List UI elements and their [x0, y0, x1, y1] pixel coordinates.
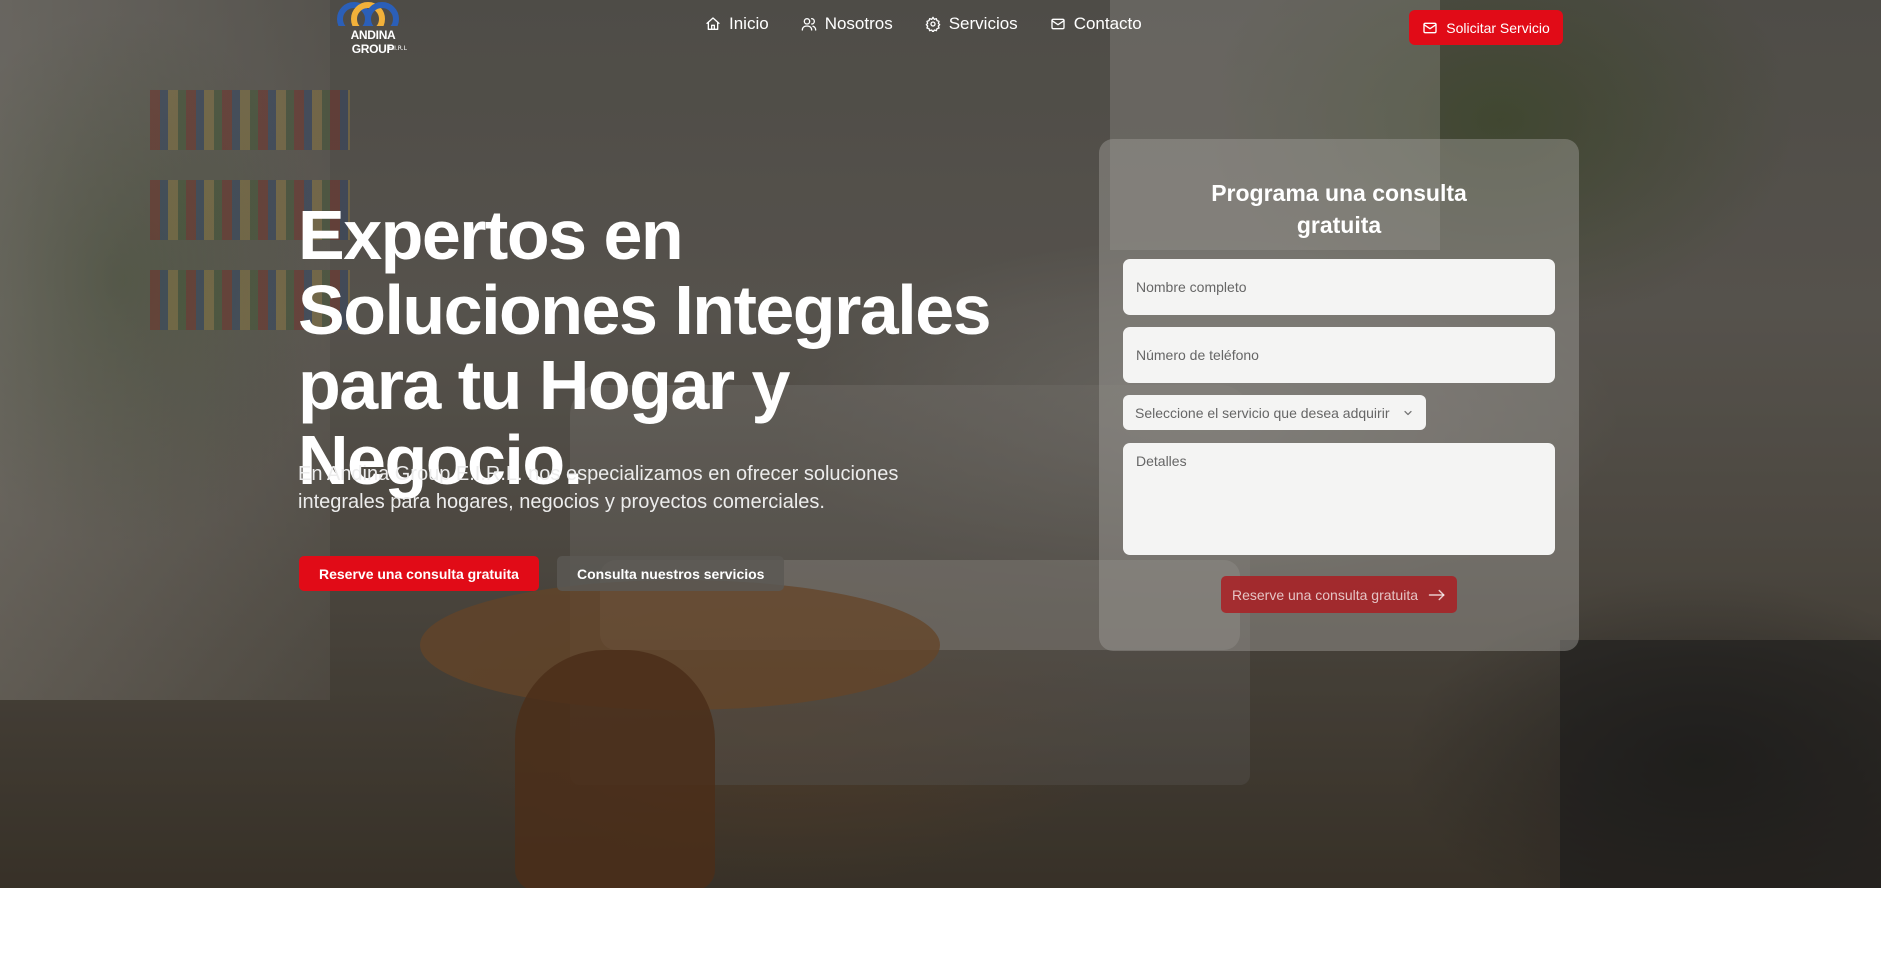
details-textarea[interactable]: Detalles — [1123, 443, 1555, 555]
main-nav: Inicio Nosotros Servicios Contacto — [705, 14, 1142, 34]
nav-item-nosotros[interactable]: Nosotros — [801, 14, 893, 34]
logo-subtitle: E.I.R.L — [388, 45, 407, 52]
nav-item-label: Servicios — [948, 14, 1018, 33]
book-consultation-button[interactable]: Reserve una consulta gratuita — [299, 556, 539, 591]
arrow-right-icon — [1428, 589, 1445, 600]
submit-label: Reserve una consulta gratuita — [1232, 586, 1418, 603]
nav-item-label: Inicio — [729, 14, 769, 33]
hero-lead: En Andina Group E.I.R.L. nos especializa… — [298, 463, 899, 513]
home-icon — [706, 17, 720, 30]
nav-item-label: Nosotros — [824, 14, 893, 33]
logo-arcs-icon — [337, 0, 401, 26]
service-select-value: Seleccione el servicio que desea adquiri… — [1135, 404, 1390, 421]
hero-section: ANDINA GROUP E.I.R.L Inicio Nosotros Ser… — [0, 0, 1881, 888]
nav-item-label: Contacto — [1073, 14, 1142, 33]
full-name-input[interactable]: Nombre completo — [1123, 259, 1555, 315]
form-title: Programa una consulta gratuita — [1211, 180, 1467, 238]
view-services-button[interactable]: Consulta nuestros servicios — [556, 556, 785, 591]
request-service-button[interactable]: Solicitar Servicio — [1409, 10, 1563, 45]
logo[interactable]: ANDINA GROUP E.I.R.L — [333, 0, 413, 56]
nav-item-contacto[interactable]: Contacto — [1050, 14, 1142, 34]
service-select[interactable]: Seleccione el servicio que desea adquiri… — [1123, 395, 1426, 430]
gear-icon — [925, 16, 941, 32]
submit-consultation-button[interactable]: Reserve una consulta gratuita — [1221, 576, 1457, 613]
hero-buttons: Reserve una consulta gratuita Consulta n… — [299, 556, 785, 591]
phone-input[interactable]: Número de teléfono — [1123, 327, 1555, 383]
hero-headline: Expertos en Soluciones Integrales para t… — [298, 196, 992, 499]
chevron-down-icon — [1404, 410, 1412, 415]
users-icon — [801, 18, 817, 31]
nav-item-servicios[interactable]: Servicios — [925, 14, 1018, 34]
consultation-form-card: Programa una consulta gratuita Nombre co… — [1099, 139, 1579, 651]
mail-icon — [1051, 18, 1065, 30]
mail-icon — [1423, 22, 1437, 33]
request-service-label: Solicitar Servicio — [1446, 19, 1550, 36]
nav-item-inicio[interactable]: Inicio — [705, 14, 769, 34]
